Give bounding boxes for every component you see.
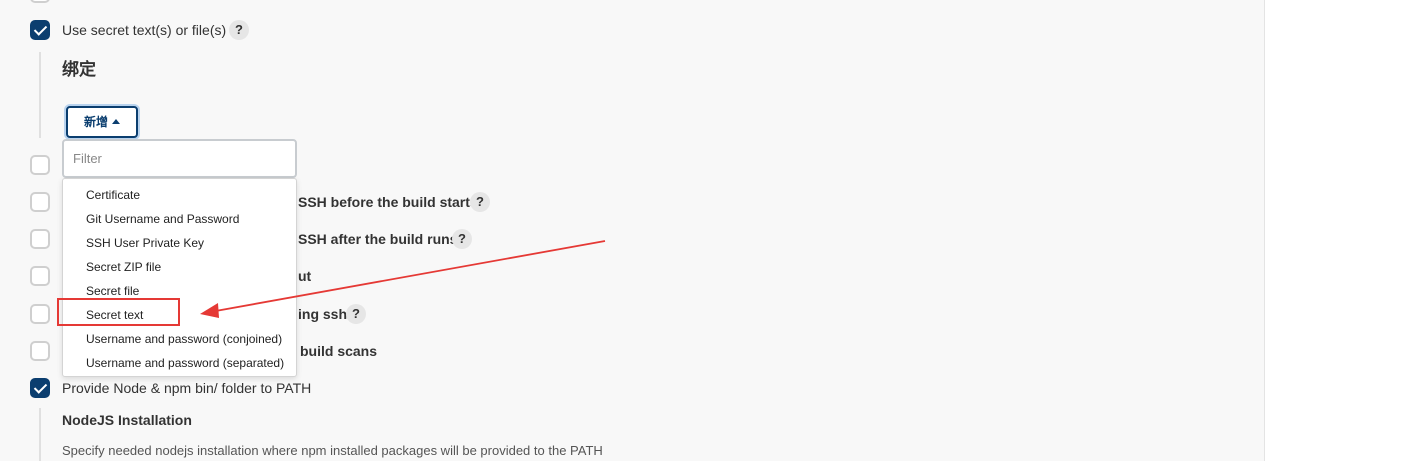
- checkbox-previous-option[interactable]: [30, 0, 50, 3]
- bindings-section-bar: [39, 52, 41, 138]
- filter-input[interactable]: [62, 139, 297, 178]
- ssh-after-build-checkbox[interactable]: [30, 229, 50, 249]
- menu-item-username-password-conjoined[interactable]: Username and password (conjoined): [86, 332, 282, 346]
- use-secret-checkbox[interactable]: [30, 20, 50, 40]
- provide-node-checkbox[interactable]: [30, 378, 50, 398]
- provide-node-label: Provide Node & npm bin/ folder to PATH: [62, 380, 312, 396]
- use-secret-label: Use secret text(s) or file(s): [62, 22, 227, 38]
- right-empty-panel: [1264, 0, 1409, 461]
- ssh-before-build-label: SSH before the build starts: [298, 194, 478, 210]
- ssh-before-build-checkbox[interactable]: [30, 192, 50, 212]
- caret-up-icon: [112, 119, 120, 124]
- use-secret-help-icon[interactable]: ?: [229, 20, 249, 40]
- add-binding-button[interactable]: 新增: [66, 106, 138, 138]
- ssh-agent-checkbox[interactable]: [30, 304, 50, 324]
- bindings-heading: 绑定: [62, 60, 96, 79]
- ssh-before-build-help-icon[interactable]: ?: [470, 192, 490, 212]
- menu-item-username-password-separated[interactable]: Username and password (separated): [86, 356, 284, 370]
- menu-item-git-username-password[interactable]: Git Username and Password: [86, 212, 239, 226]
- menu-item-certificate[interactable]: Certificate: [86, 188, 140, 202]
- menu-item-secret-file[interactable]: Secret file: [86, 284, 139, 298]
- secret-text-highlight-box: [57, 298, 180, 326]
- timeout-checkbox[interactable]: [30, 266, 50, 286]
- annotation-arrow-icon: [200, 240, 606, 318]
- nodejs-installation-label: NodeJS Installation: [62, 412, 192, 428]
- nodejs-installation-description: Specify needed nodejs installation where…: [62, 443, 603, 458]
- nodejs-section-bar: [39, 408, 41, 461]
- menu-item-secret-zip-file[interactable]: Secret ZIP file: [86, 260, 161, 274]
- build-scans-label: build scans: [300, 343, 378, 359]
- option-checkbox-hidden[interactable]: [30, 155, 50, 175]
- build-scans-checkbox[interactable]: [30, 341, 50, 361]
- build-environment-panel: Use secret text(s) or file(s) ? 绑定 新增 SS…: [0, 0, 1264, 461]
- menu-item-ssh-private-key[interactable]: SSH User Private Key: [86, 236, 204, 250]
- add-binding-button-label: 新增: [83, 115, 108, 129]
